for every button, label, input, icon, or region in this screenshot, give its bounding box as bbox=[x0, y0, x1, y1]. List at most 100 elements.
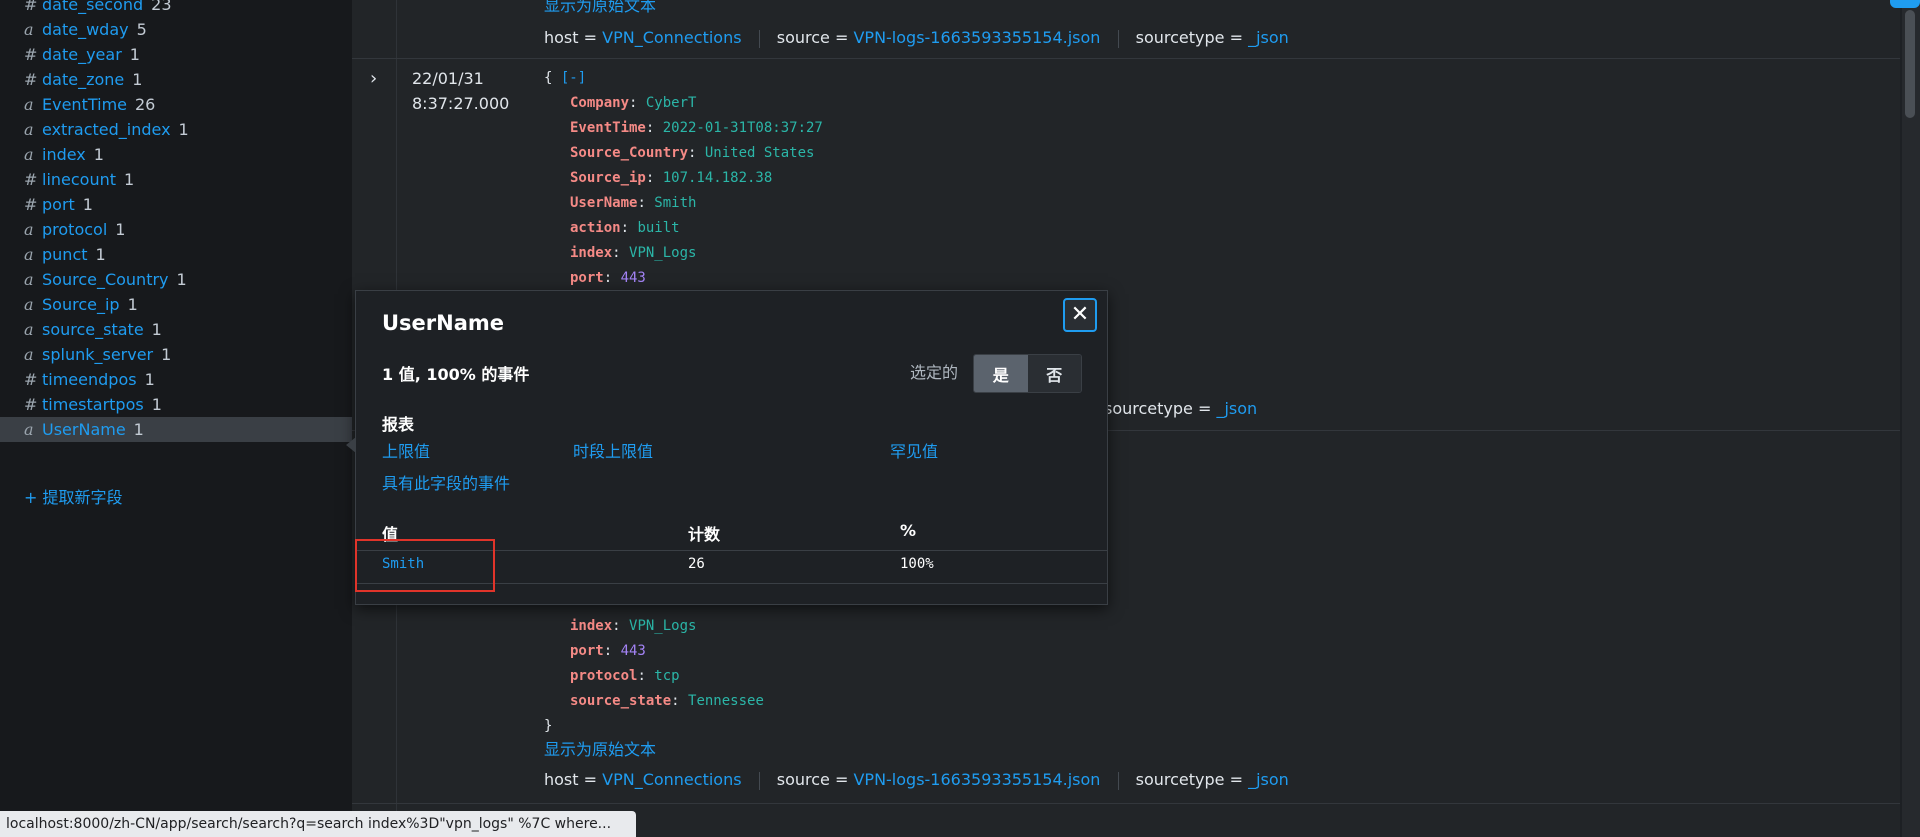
json-value[interactable]: VPN_Logs bbox=[629, 618, 696, 634]
field-type-icon: a bbox=[24, 145, 34, 164]
json-key[interactable]: Source_ip bbox=[570, 170, 646, 186]
field-count: 26 bbox=[135, 95, 156, 114]
json-line: protocol: tcp bbox=[570, 668, 680, 684]
json-key[interactable]: source_state bbox=[570, 693, 671, 709]
sidebar-field-port[interactable]: # port 1 bbox=[0, 192, 352, 217]
sidebar-field-source-state[interactable]: a source_state 1 bbox=[0, 317, 352, 342]
extract-new-fields-link[interactable]: + 提取新字段 bbox=[24, 484, 123, 508]
json-brace: { bbox=[544, 70, 553, 86]
show-raw-text-link[interactable]: 显示为原始文本 bbox=[544, 0, 656, 16]
json-key[interactable]: UserName bbox=[570, 195, 637, 211]
sidebar-field-date-wday[interactable]: a date_wday 5 bbox=[0, 17, 352, 42]
field-type-icon: a bbox=[24, 220, 34, 239]
json-key[interactable]: index bbox=[570, 618, 612, 634]
field-type-icon: # bbox=[24, 70, 38, 89]
top-values-link[interactable]: 上限值 bbox=[382, 438, 430, 462]
json-line: EventTime: 2022-01-31T08:37:27 bbox=[570, 120, 823, 136]
meta-separator bbox=[1117, 29, 1119, 48]
field-name: timestartpos bbox=[42, 395, 144, 414]
json-value[interactable]: 443 bbox=[621, 270, 646, 286]
sidebar-field-timestartpos[interactable]: # timestartpos 1 bbox=[0, 392, 352, 417]
sidebar-field-punct[interactable]: a punct 1 bbox=[0, 242, 352, 267]
event-meta-row: host = VPN_Connections source = VPN-logs… bbox=[544, 28, 1289, 48]
sidebar-field-index[interactable]: a index 1 bbox=[0, 142, 352, 167]
sourcetype-value-link[interactable]: _json bbox=[1216, 399, 1257, 418]
row-divider bbox=[352, 803, 1900, 804]
json-value[interactable]: CyberT bbox=[646, 95, 697, 111]
field-name: port bbox=[42, 195, 75, 214]
collapse-json-toggle[interactable]: [-] bbox=[561, 70, 586, 86]
sidebar-field-date-year[interactable]: # date_year 1 bbox=[0, 42, 352, 67]
field-count: 23 bbox=[151, 0, 172, 14]
sidebar-field-source-country[interactable]: a Source_Country 1 bbox=[0, 267, 352, 292]
json-line: UserName: Smith bbox=[570, 195, 697, 211]
host-value-link[interactable]: VPN_Connections bbox=[602, 770, 741, 789]
sourcetype-value-link[interactable]: _json bbox=[1248, 770, 1289, 789]
top-values-by-time-link[interactable]: 时段上限值 bbox=[573, 438, 653, 462]
events-with-field-link[interactable]: 具有此字段的事件 bbox=[382, 470, 510, 494]
json-key[interactable]: action bbox=[570, 220, 621, 236]
source-value-link[interactable]: VPN-logs-1663593355154.json bbox=[853, 770, 1100, 789]
json-key[interactable]: EventTime bbox=[570, 120, 646, 136]
sourcetype-value-link[interactable]: _json bbox=[1248, 28, 1289, 47]
meta-separator bbox=[758, 29, 760, 48]
json-key[interactable]: Source_Country bbox=[570, 145, 688, 161]
json-line: port: 443 bbox=[570, 270, 646, 286]
fields-sidebar: # date_second 23 a date_wday 5 # date_year 1 # dat… bbox=[0, 0, 352, 837]
json-key[interactable]: port bbox=[570, 270, 604, 286]
json-value[interactable]: 443 bbox=[621, 643, 646, 659]
selected-no-button[interactable]: 否 bbox=[1027, 355, 1081, 392]
field-name: splunk_server bbox=[42, 345, 154, 364]
top-corner-accent bbox=[1890, 0, 1920, 8]
json-line: source_state: Tennessee bbox=[570, 693, 764, 709]
expand-chevron-icon[interactable]: › bbox=[370, 68, 377, 89]
field-count: 1 bbox=[127, 295, 138, 314]
show-raw-text-link[interactable]: 显示为原始文本 bbox=[544, 736, 656, 760]
json-value[interactable]: United States bbox=[705, 145, 815, 161]
json-key[interactable]: protocol bbox=[570, 668, 637, 684]
sidebar-field-date-zone[interactable]: # date_zone 1 bbox=[0, 67, 352, 92]
source-value-link[interactable]: VPN-logs-1663593355154.json bbox=[853, 28, 1100, 47]
host-value-link[interactable]: VPN_Connections bbox=[602, 28, 741, 47]
json-value[interactable]: built bbox=[637, 220, 679, 236]
json-key[interactable]: Company bbox=[570, 95, 629, 111]
scrollbar-thumb[interactable] bbox=[1905, 10, 1915, 118]
json-value[interactable]: 107.14.182.38 bbox=[663, 170, 773, 186]
scrollbar-track[interactable] bbox=[1902, 0, 1920, 837]
field-count: 1 bbox=[151, 395, 162, 414]
close-icon[interactable]: ✕ bbox=[1063, 298, 1097, 332]
field-count: 1 bbox=[133, 420, 144, 439]
json-value[interactable]: Smith bbox=[654, 195, 696, 211]
meta-separator bbox=[1117, 771, 1119, 790]
sidebar-field-eventtime[interactable]: a EventTime 26 bbox=[0, 92, 352, 117]
field-type-icon: a bbox=[24, 320, 34, 339]
field-count: 1 bbox=[82, 195, 93, 214]
json-key[interactable]: port bbox=[570, 643, 604, 659]
json-value[interactable]: tcp bbox=[654, 668, 679, 684]
field-type-icon: a bbox=[24, 95, 34, 114]
field-count: 1 bbox=[178, 120, 189, 139]
sidebar-field-date-second[interactable]: # date_second 23 bbox=[0, 0, 352, 17]
field-type-icon: # bbox=[24, 170, 38, 189]
field-name: punct bbox=[42, 245, 88, 264]
rare-values-link[interactable]: 罕见值 bbox=[890, 438, 938, 462]
sidebar-field-protocol[interactable]: a protocol 1 bbox=[0, 217, 352, 242]
json-key[interactable]: index bbox=[570, 245, 612, 261]
sidebar-field-linecount[interactable]: # linecount 1 bbox=[0, 167, 352, 192]
json-value[interactable]: Tennessee bbox=[688, 693, 764, 709]
sidebar-field-source-ip[interactable]: a Source_ip 1 bbox=[0, 292, 352, 317]
field-name: date_year bbox=[42, 45, 122, 64]
sidebar-field-splunk-server[interactable]: a splunk_server 1 bbox=[0, 342, 352, 367]
row-divider bbox=[352, 58, 1900, 59]
field-count: 1 bbox=[95, 245, 106, 264]
selected-yes-button[interactable]: 是 bbox=[974, 355, 1028, 392]
sidebar-field-username[interactable]: a UserName 1 bbox=[0, 417, 352, 442]
field-name: linecount bbox=[42, 170, 117, 189]
event-timestamp: 22/01/31 8:37:27.000 bbox=[412, 66, 509, 116]
field-count: 1 bbox=[129, 45, 140, 64]
json-line: port: 443 bbox=[570, 643, 646, 659]
sidebar-field-timeendpos[interactable]: # timeendpos 1 bbox=[0, 367, 352, 392]
sidebar-field-extracted-index[interactable]: a extracted_index 1 bbox=[0, 117, 352, 142]
json-value[interactable]: VPN_Logs bbox=[629, 245, 696, 261]
json-value[interactable]: 2022-01-31T08:37:27 bbox=[663, 120, 823, 136]
